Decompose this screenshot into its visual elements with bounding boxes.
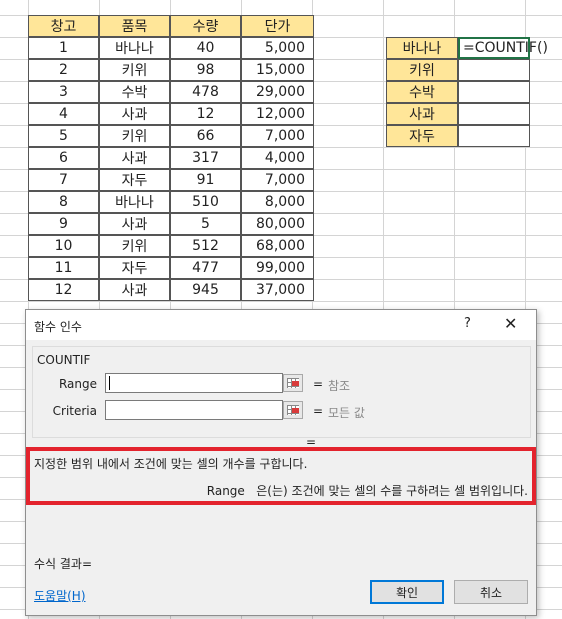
table-cell[interactable]: 4,000 — [241, 147, 314, 169]
column-header[interactable]: 단가 — [241, 15, 314, 37]
table-cell[interactable]: 8 — [28, 191, 99, 213]
lookup-label[interactable]: 사과 — [386, 103, 458, 125]
table-cell[interactable]: 바나나 — [99, 191, 170, 213]
lookup-label[interactable]: 수박 — [386, 81, 458, 103]
range-equals: = — [313, 377, 324, 391]
table-cell[interactable]: 1 — [28, 37, 99, 59]
argument-help-name: Range — [206, 484, 245, 498]
table-cell[interactable]: 37,000 — [241, 279, 314, 301]
ok-button[interactable]: 확인 — [370, 580, 444, 604]
table-cell[interactable]: 사과 — [99, 279, 170, 301]
criteria-hint: 모든 값 — [328, 406, 365, 420]
table-cell[interactable]: 바나나 — [99, 37, 170, 59]
table-cell[interactable]: 사과 — [99, 147, 170, 169]
table-cell[interactable]: 9 — [28, 213, 99, 235]
dialog-title: 함수 인수 — [34, 320, 82, 334]
table-cell[interactable]: 99,000 — [241, 257, 314, 279]
table-cell[interactable]: 2 — [28, 59, 99, 81]
lookup-label[interactable]: 바나나 — [386, 37, 458, 59]
table-cell[interactable]: 자두 — [99, 257, 170, 279]
table-cell[interactable]: 12 — [170, 103, 241, 125]
range-reference-icon[interactable] — [283, 374, 303, 392]
table-cell[interactable]: 945 — [170, 279, 241, 301]
table-cell[interactable]: 15,000 — [241, 59, 314, 81]
lookup-value-cell[interactable] — [458, 81, 530, 103]
table-cell[interactable]: 사과 — [99, 213, 170, 235]
function-description: 지정한 범위 내에서 조건에 맞는 셀의 개수를 구합니다. — [34, 457, 308, 471]
active-formula-cell[interactable]: =COUNTIF() — [458, 37, 548, 59]
range-hint: 참조 — [328, 379, 351, 393]
table-cell[interactable]: 6 — [28, 147, 99, 169]
table-cell[interactable]: 98 — [170, 59, 241, 81]
table-cell[interactable]: 5,000 — [241, 37, 314, 59]
table-cell[interactable]: 478 — [170, 81, 241, 103]
table-cell[interactable]: 477 — [170, 257, 241, 279]
range-label: Range — [58, 377, 97, 391]
table-cell[interactable]: 317 — [170, 147, 241, 169]
criteria-equals: = — [313, 404, 324, 418]
table-cell[interactable]: 4 — [28, 103, 99, 125]
table-cell[interactable]: 키위 — [99, 59, 170, 81]
arguments-group: COUNTIF Range = 참조 Criteria = 모든 값 — [32, 346, 531, 438]
table-cell[interactable]: 510 — [170, 191, 241, 213]
argument-help-text: 은(는) 조건에 맞는 셀의 수를 구하려는 셀 범위입니다. — [256, 484, 528, 498]
table-cell[interactable]: 512 — [170, 235, 241, 257]
argument-help: Range 은(는) 조건에 맞는 셀의 수를 구하려는 셀 범위입니다. — [207, 482, 528, 499]
table-cell[interactable]: 12 — [28, 279, 99, 301]
lookup-label[interactable]: 키위 — [386, 59, 458, 81]
lookup-value-cell[interactable] — [458, 125, 530, 147]
formula-result-label: 수식 결과= — [34, 557, 93, 571]
table-cell[interactable]: 7,000 — [241, 169, 314, 191]
table-cell[interactable]: 12,000 — [241, 103, 314, 125]
table-cell[interactable]: 40 — [170, 37, 241, 59]
table-cell[interactable]: 10 — [28, 235, 99, 257]
lookup-label[interactable]: 자두 — [386, 125, 458, 147]
table-cell[interactable]: 11 — [28, 257, 99, 279]
cancel-button[interactable]: 취소 — [454, 580, 528, 604]
text-caret — [109, 376, 110, 390]
table-cell[interactable]: 키위 — [99, 235, 170, 257]
help-link[interactable]: 도움말(H) — [34, 587, 86, 604]
table-cell[interactable]: 68,000 — [241, 235, 314, 257]
criteria-reference-icon[interactable] — [283, 401, 303, 419]
table-cell[interactable]: 3 — [28, 81, 99, 103]
table-cell[interactable]: 8,000 — [241, 191, 314, 213]
table-cell[interactable]: 수박 — [99, 81, 170, 103]
table-cell[interactable]: 사과 — [99, 103, 170, 125]
criteria-label: Criteria — [52, 404, 97, 418]
table-cell[interactable]: 5 — [28, 125, 99, 147]
lookup-value-cell[interactable] — [458, 103, 530, 125]
help-icon[interactable]: ? — [464, 316, 471, 331]
table-cell[interactable]: 7 — [28, 169, 99, 191]
dialog-title-bar[interactable]: 함수 인수 ? ✕ — [26, 310, 536, 340]
table-cell[interactable]: 91 — [170, 169, 241, 191]
table-cell[interactable]: 키위 — [99, 125, 170, 147]
column-header[interactable]: 수량 — [170, 15, 241, 37]
column-header[interactable]: 품목 — [99, 15, 170, 37]
close-icon[interactable]: ✕ — [504, 314, 517, 333]
function-arguments-dialog: 함수 인수 ? ✕ COUNTIF Range = 참조 Criteria = … — [25, 309, 537, 616]
lookup-value-cell[interactable] — [458, 59, 530, 81]
table-cell[interactable]: 자두 — [99, 169, 170, 191]
table-cell[interactable]: 29,000 — [241, 81, 314, 103]
table-cell[interactable]: 66 — [170, 125, 241, 147]
table-cell[interactable]: 7,000 — [241, 125, 314, 147]
range-input[interactable] — [105, 373, 283, 393]
criteria-input[interactable] — [105, 400, 283, 420]
table-cell[interactable]: 80,000 — [241, 213, 314, 235]
table-cell[interactable]: 5 — [170, 213, 241, 235]
function-name: COUNTIF — [37, 353, 91, 367]
column-header[interactable]: 창고 — [28, 15, 99, 37]
